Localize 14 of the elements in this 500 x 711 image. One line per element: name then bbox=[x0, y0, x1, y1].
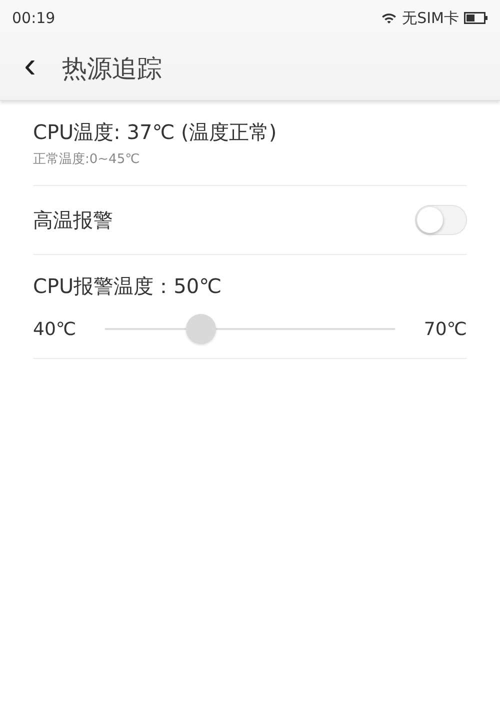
slider-max-label: 70℃ bbox=[424, 318, 467, 340]
alarm-label: 高温报警 bbox=[33, 206, 113, 234]
slider-min-label: 40℃ bbox=[33, 318, 76, 340]
carrier-text: 无SIM卡 bbox=[402, 8, 459, 28]
alarm-switch[interactable] bbox=[415, 205, 467, 235]
page-title: 热源追踪 bbox=[62, 52, 162, 84]
battery-icon bbox=[464, 12, 488, 24]
normal-range-text: 正常温度:0~45℃ bbox=[33, 151, 141, 168]
back-button[interactable]: ‹ bbox=[20, 47, 40, 89]
status-time: 00:19 bbox=[12, 9, 56, 27]
slider-thumb[interactable] bbox=[186, 314, 216, 344]
cpu-temperature: CPU温度: 37℃ (温度正常) bbox=[33, 119, 278, 146]
alarm-threshold-label: CPU报警温度：50℃ bbox=[33, 274, 222, 298]
wifi-icon bbox=[381, 12, 398, 24]
